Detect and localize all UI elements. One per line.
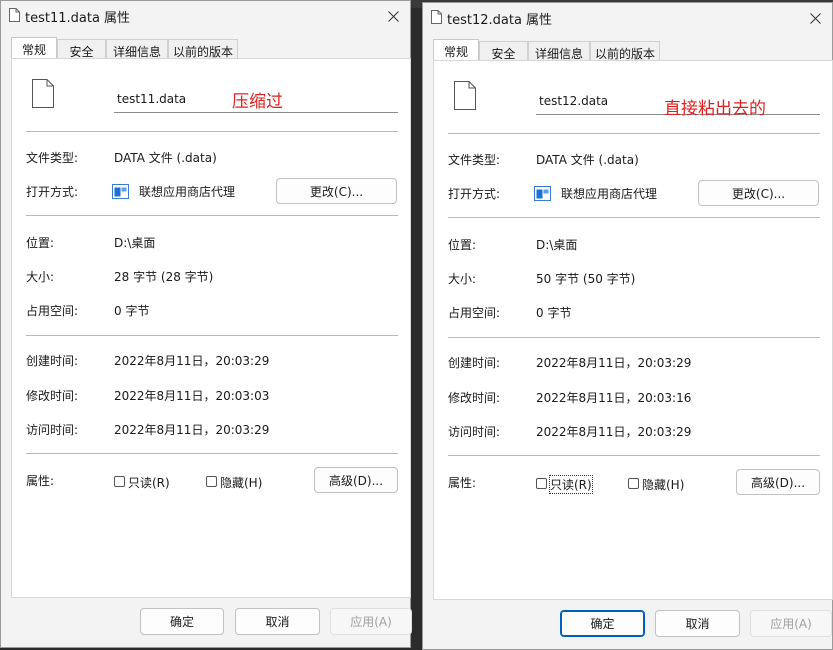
apply-button[interactable]: 应用(A) bbox=[750, 610, 832, 637]
hidden-label[interactable]: 隐藏(H) bbox=[642, 476, 684, 493]
attributes-label: 属性: bbox=[448, 476, 477, 490]
created-label: 创建时间: bbox=[448, 356, 501, 370]
change-button[interactable]: 更改(C)... bbox=[276, 178, 397, 204]
size-on-disk-value: 0 字节 bbox=[536, 306, 572, 320]
tab-general[interactable]: 常规 bbox=[11, 37, 57, 60]
close-button[interactable] bbox=[802, 7, 828, 29]
lenovo-store-icon bbox=[112, 184, 129, 199]
hidden-checkbox[interactable] bbox=[206, 476, 217, 487]
separator bbox=[26, 131, 398, 132]
window-title: test12.data 属性 bbox=[447, 13, 553, 28]
title-bar[interactable]: test12.data 属性 bbox=[423, 3, 832, 33]
size-on-disk-label: 占用空间: bbox=[448, 306, 501, 320]
separator bbox=[448, 455, 820, 456]
tab-details[interactable]: 详细信息 bbox=[528, 41, 590, 61]
annotation-text: 压缩过 bbox=[232, 92, 283, 112]
accessed-label: 访问时间: bbox=[26, 423, 79, 437]
accessed-value: 2022年8月11日，20:03:29 bbox=[114, 423, 270, 437]
tab-details[interactable]: 详细信息 bbox=[106, 39, 168, 59]
open-with-value: 联想应用商店代理 bbox=[561, 187, 658, 201]
separator bbox=[448, 133, 820, 134]
file-icon bbox=[9, 8, 20, 22]
ok-button[interactable]: 确定 bbox=[140, 608, 224, 635]
advanced-button[interactable]: 高级(D)... bbox=[314, 467, 398, 493]
separator bbox=[448, 337, 820, 338]
modified-value: 2022年8月11日，20:03:03 bbox=[114, 389, 270, 403]
separator bbox=[26, 453, 398, 454]
tab-previous-versions[interactable]: 以前的版本 bbox=[168, 39, 238, 59]
file-icon bbox=[454, 81, 476, 110]
lenovo-store-icon bbox=[534, 186, 551, 201]
modified-label: 修改时间: bbox=[448, 391, 501, 405]
tab-security[interactable]: 安全 bbox=[479, 41, 528, 61]
cancel-button[interactable]: 取消 bbox=[235, 608, 320, 635]
tab-security[interactable]: 安全 bbox=[57, 39, 106, 59]
file-type-value: DATA 文件 (.data) bbox=[536, 153, 639, 167]
cancel-button[interactable]: 取消 bbox=[655, 610, 740, 637]
tab-general[interactable]: 常规 bbox=[433, 39, 479, 62]
annotation-text: 直接粘出去的 bbox=[664, 99, 766, 119]
title-bar[interactable]: test11.data 属性 bbox=[1, 1, 410, 31]
modified-value: 2022年8月11日，20:03:16 bbox=[536, 391, 692, 405]
size-on-disk-label: 占用空间: bbox=[26, 304, 79, 318]
location-value: D:\桌面 bbox=[114, 236, 156, 250]
created-label: 创建时间: bbox=[26, 354, 79, 368]
accessed-label: 访问时间: bbox=[448, 425, 501, 439]
size-label: 大小: bbox=[448, 272, 477, 286]
hidden-label[interactable]: 隐藏(H) bbox=[220, 474, 262, 491]
size-label: 大小: bbox=[26, 270, 55, 284]
location-label: 位置: bbox=[26, 236, 55, 250]
close-icon bbox=[387, 10, 399, 22]
properties-window-test12: test12.data 属性 常规 安全 详细信息 以前的版本 直接粘出去的 文… bbox=[422, 2, 833, 650]
accessed-value: 2022年8月11日，20:03:29 bbox=[536, 425, 692, 439]
readonly-checkbox[interactable] bbox=[114, 476, 125, 487]
open-with-value: 联想应用商店代理 bbox=[139, 185, 236, 199]
separator bbox=[26, 215, 398, 216]
general-panel: 压缩过 文件类型: DATA 文件 (.data) 打开方式: 联想应用商店代理… bbox=[11, 58, 411, 598]
file-icon bbox=[32, 79, 54, 108]
created-value: 2022年8月11日，20:03:29 bbox=[536, 356, 692, 370]
ok-button[interactable]: 确定 bbox=[560, 610, 645, 637]
size-on-disk-value: 0 字节 bbox=[114, 304, 150, 318]
readonly-checkbox[interactable] bbox=[536, 478, 547, 489]
properties-window-test11: test11.data 属性 常规 安全 详细信息 以前的版本 压缩过 文件类型… bbox=[0, 0, 412, 648]
close-button[interactable] bbox=[380, 5, 406, 27]
location-value: D:\桌面 bbox=[536, 238, 578, 252]
size-value: 50 字节 (50 字节) bbox=[536, 272, 636, 286]
location-label: 位置: bbox=[448, 238, 477, 252]
file-icon bbox=[431, 10, 442, 24]
file-type-label: 文件类型: bbox=[26, 151, 79, 165]
size-value: 28 字节 (28 字节) bbox=[114, 270, 214, 284]
modified-label: 修改时间: bbox=[26, 389, 79, 403]
change-button[interactable]: 更改(C)... bbox=[698, 180, 819, 206]
close-icon bbox=[809, 12, 821, 24]
open-with-label: 打开方式: bbox=[26, 185, 79, 199]
file-type-value: DATA 文件 (.data) bbox=[114, 151, 217, 165]
created-value: 2022年8月11日，20:03:29 bbox=[114, 354, 270, 368]
readonly-label[interactable]: 只读(R) bbox=[549, 475, 593, 494]
window-title: test11.data 属性 bbox=[25, 11, 131, 26]
apply-button[interactable]: 应用(A) bbox=[330, 608, 412, 635]
attributes-label: 属性: bbox=[26, 474, 55, 488]
tab-previous-versions[interactable]: 以前的版本 bbox=[590, 41, 660, 61]
hidden-checkbox[interactable] bbox=[628, 478, 639, 489]
open-with-label: 打开方式: bbox=[448, 187, 501, 201]
file-type-label: 文件类型: bbox=[448, 153, 501, 167]
general-panel: 直接粘出去的 文件类型: DATA 文件 (.data) 打开方式: 联想应用商… bbox=[433, 60, 833, 600]
separator bbox=[448, 217, 820, 218]
advanced-button[interactable]: 高级(D)... bbox=[736, 469, 820, 495]
separator bbox=[26, 335, 398, 336]
readonly-label[interactable]: 只读(R) bbox=[128, 474, 170, 491]
